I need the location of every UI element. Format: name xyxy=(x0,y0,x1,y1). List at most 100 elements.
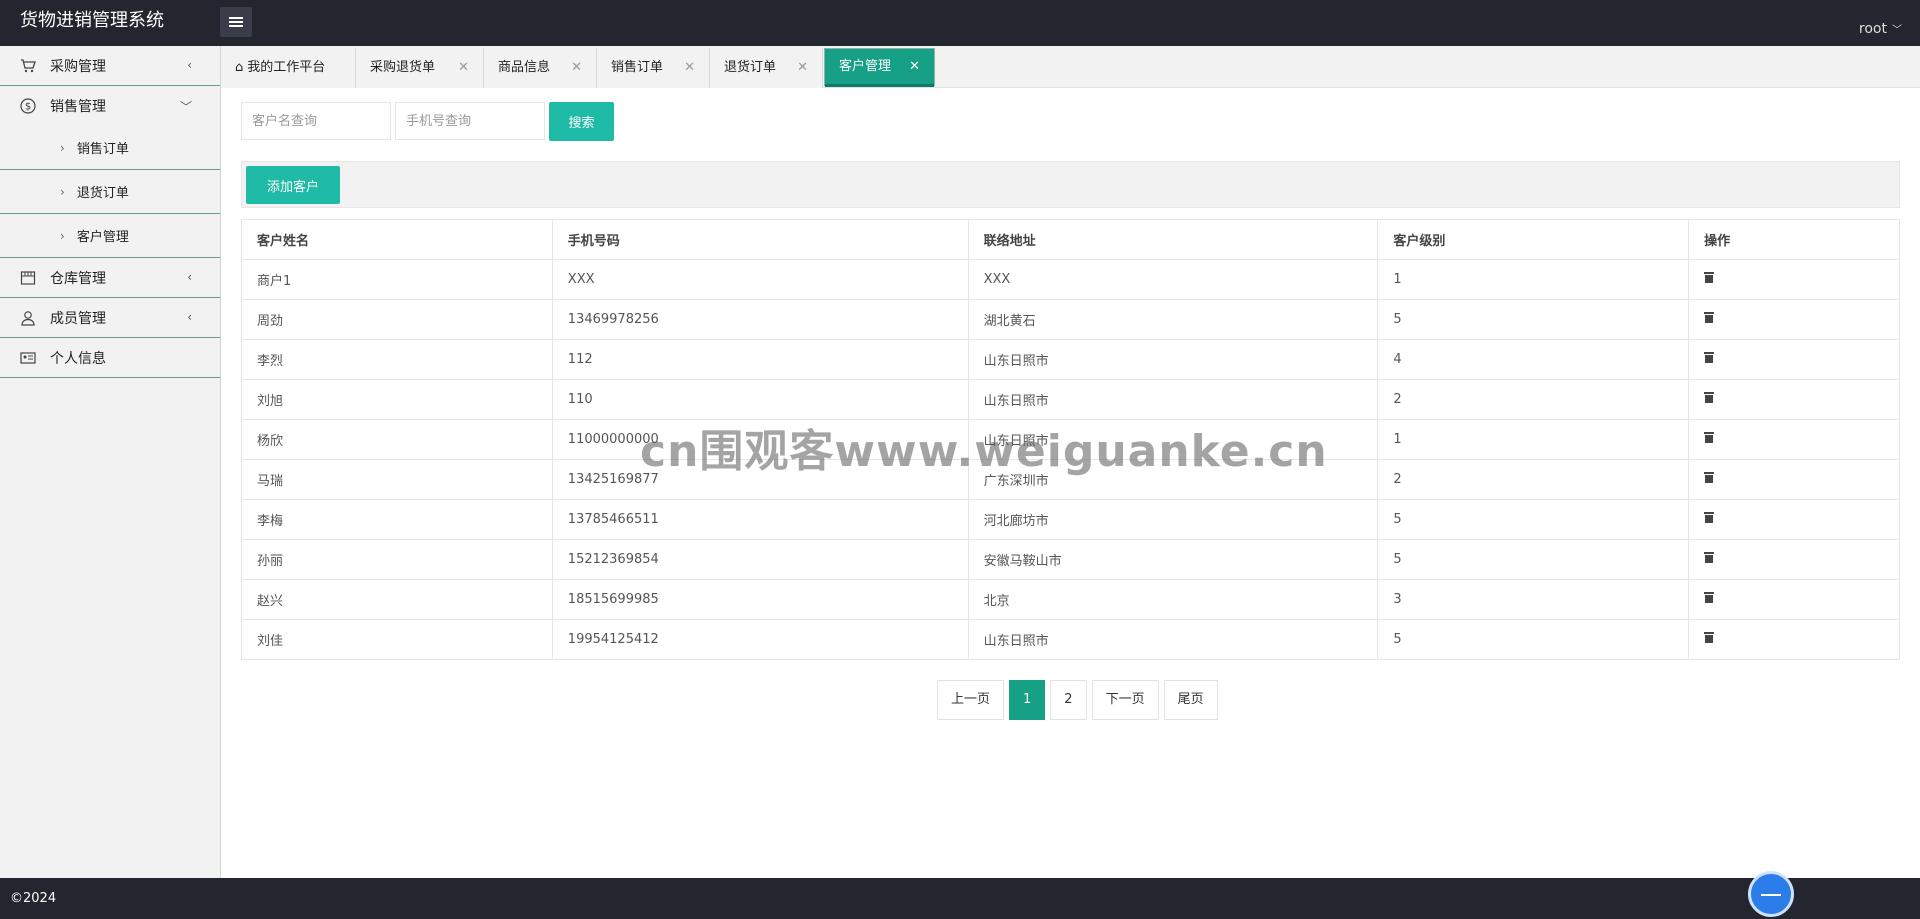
tab-label: 商品信息 xyxy=(498,60,551,75)
delete-icon[interactable] xyxy=(1704,392,1715,403)
tab-customer-management[interactable]: 客户管理 ✕ xyxy=(824,48,935,86)
page-button-2[interactable]: 2 xyxy=(1050,680,1087,720)
phone-search-input[interactable] xyxy=(395,102,545,140)
cell-actions xyxy=(1688,259,1900,300)
customer-name-search-input[interactable] xyxy=(241,102,391,140)
cell-level: 4 xyxy=(1377,339,1690,380)
tab-label: 我的工作平台 xyxy=(247,60,326,75)
user-icon xyxy=(20,310,36,326)
cell-address: 湖北黄石 xyxy=(967,299,1379,340)
cell-name: 李梅 xyxy=(241,499,553,540)
prev-page-button[interactable]: 上一页 xyxy=(937,680,1005,720)
chevron-down-icon: ﹀ xyxy=(179,100,192,114)
delete-icon[interactable] xyxy=(1704,432,1715,443)
sidebar-item-purchase[interactable]: 采购管理 ‹ xyxy=(0,46,220,86)
search-button[interactable]: 搜索 xyxy=(549,102,614,141)
cell-level: 1 xyxy=(1377,259,1690,300)
cell-actions xyxy=(1688,379,1900,420)
column-header-actions: 操作 xyxy=(1688,219,1900,260)
cell-level: 2 xyxy=(1377,379,1690,420)
close-icon[interactable]: ✕ xyxy=(458,48,469,88)
table-toolbar: 添加客户 xyxy=(241,161,1900,208)
table-row: 刘旭 110 山东日照市 2 xyxy=(241,379,1900,420)
pagination: 上一页 1 2 下一页 尾页 xyxy=(937,680,1223,720)
cell-phone: 19954125412 xyxy=(551,619,969,660)
sidebar-subitem-sales-order[interactable]: › 销售订单 xyxy=(0,126,220,170)
close-icon[interactable]: ✕ xyxy=(571,48,582,88)
next-page-button[interactable]: 下一页 xyxy=(1091,680,1159,720)
cell-actions xyxy=(1688,339,1900,380)
cell-actions xyxy=(1688,579,1900,620)
sidebar-subitem-label: 销售订单 xyxy=(76,142,129,157)
cell-level: 5 xyxy=(1377,499,1690,540)
user-name: root xyxy=(1858,21,1887,37)
last-page-button[interactable]: 尾页 xyxy=(1163,680,1218,720)
cell-address: 山东日照市 xyxy=(967,339,1379,380)
sidebar-item-profile[interactable]: 个人信息 xyxy=(0,338,220,378)
close-icon[interactable]: ✕ xyxy=(797,48,808,88)
cell-level: 5 xyxy=(1377,539,1690,580)
cell-name: 杨欣 xyxy=(241,419,553,460)
table-header-row: 客户姓名 手机号码 联络地址 客户级别 操作 xyxy=(241,219,1900,260)
sidebar-subitem-customer[interactable]: › 客户管理 xyxy=(0,214,220,258)
tab-return-order[interactable]: 退货订单 ✕ xyxy=(710,48,823,88)
table-row: 周劲 13469978256 湖北黄石 5 xyxy=(241,299,1900,340)
delete-icon[interactable] xyxy=(1704,312,1715,323)
cell-name: 马瑞 xyxy=(241,459,553,500)
sidebar: 采购管理 ‹ $ 销售管理 ﹀ › 销售订单 › 退货订单 › 客户管理 仓库管… xyxy=(0,46,221,878)
delete-icon[interactable] xyxy=(1704,512,1715,523)
sidebar-item-sales[interactable]: $ 销售管理 ﹀ xyxy=(0,86,220,126)
chevron-right-icon: › xyxy=(60,184,65,199)
add-customer-button[interactable]: 添加客户 xyxy=(246,166,340,204)
cell-name: 孙丽 xyxy=(241,539,553,580)
id-card-icon xyxy=(20,350,36,366)
table-row: 赵兴 18515699985 北京 3 xyxy=(241,579,1900,620)
delete-icon[interactable] xyxy=(1704,472,1715,483)
cell-phone: 110 xyxy=(551,379,969,420)
delete-icon[interactable] xyxy=(1704,552,1715,563)
close-icon[interactable]: ✕ xyxy=(684,48,695,88)
menu-toggle-button[interactable] xyxy=(220,7,252,37)
sidebar-subitem-label: 客户管理 xyxy=(76,230,129,245)
sidebar-item-members[interactable]: 成员管理 ‹ xyxy=(0,298,220,338)
cell-address: 山东日照市 xyxy=(967,619,1379,660)
column-header-level: 客户级别 xyxy=(1377,219,1690,260)
cell-level: 2 xyxy=(1377,459,1690,500)
delete-icon[interactable] xyxy=(1704,632,1715,643)
close-icon[interactable]: ✕ xyxy=(909,49,920,85)
tab-product-info[interactable]: 商品信息 ✕ xyxy=(484,48,597,88)
tab-workbench[interactable]: ⌂ 我的工作平台 xyxy=(221,48,356,88)
cell-name: 李烈 xyxy=(241,339,553,380)
delete-icon[interactable] xyxy=(1704,272,1715,283)
cell-actions xyxy=(1688,539,1900,580)
copyright-text: ©2024 xyxy=(10,891,57,906)
delete-icon[interactable] xyxy=(1704,352,1715,363)
cell-address: 安徽马鞍山市 xyxy=(967,539,1379,580)
top-header: 货物进销管理系统 root ﹀ xyxy=(0,0,1920,46)
table-row: 李梅 13785466511 河北廊坊市 5 xyxy=(241,499,1900,540)
cell-actions xyxy=(1688,419,1900,460)
tab-label: 采购退货单 xyxy=(370,60,436,75)
chevron-left-icon: ‹ xyxy=(187,270,192,284)
delete-icon[interactable] xyxy=(1704,592,1715,603)
sidebar-item-label: 仓库管理 xyxy=(50,270,106,287)
cell-phone: 112 xyxy=(551,339,969,380)
cell-phone: 13469978256 xyxy=(551,299,969,340)
dollar-icon: $ xyxy=(20,98,36,114)
sidebar-item-warehouse[interactable]: 仓库管理 ‹ xyxy=(0,258,220,298)
tab-sales-order[interactable]: 销售订单 ✕ xyxy=(597,48,710,88)
table-row: 刘佳 19954125412 山东日照市 5 xyxy=(241,619,1900,660)
sidebar-subitem-return-order[interactable]: › 退货订单 xyxy=(0,170,220,214)
cell-address: XXX xyxy=(967,259,1379,300)
column-header-name: 客户姓名 xyxy=(241,219,553,260)
sidebar-item-label: 个人信息 xyxy=(50,350,106,367)
table-row: 李烈 112 山东日照市 4 xyxy=(241,339,1900,380)
cell-name: 刘佳 xyxy=(241,619,553,660)
floating-assistant-button[interactable] xyxy=(1748,871,1794,917)
tab-bar: ⌂ 我的工作平台 采购退货单 ✕ 商品信息 ✕ 销售订单 ✕ 退货订单 ✕ 客户管理 ✕ xyxy=(221,46,1920,88)
sidebar-subitem-label: 退货订单 xyxy=(76,186,129,201)
cell-address: 山东日照市 xyxy=(967,379,1379,420)
page-button-1[interactable]: 1 xyxy=(1009,680,1046,720)
tab-purchase-return[interactable]: 采购退货单 ✕ xyxy=(356,48,484,88)
cell-phone: 13785466511 xyxy=(551,499,969,540)
